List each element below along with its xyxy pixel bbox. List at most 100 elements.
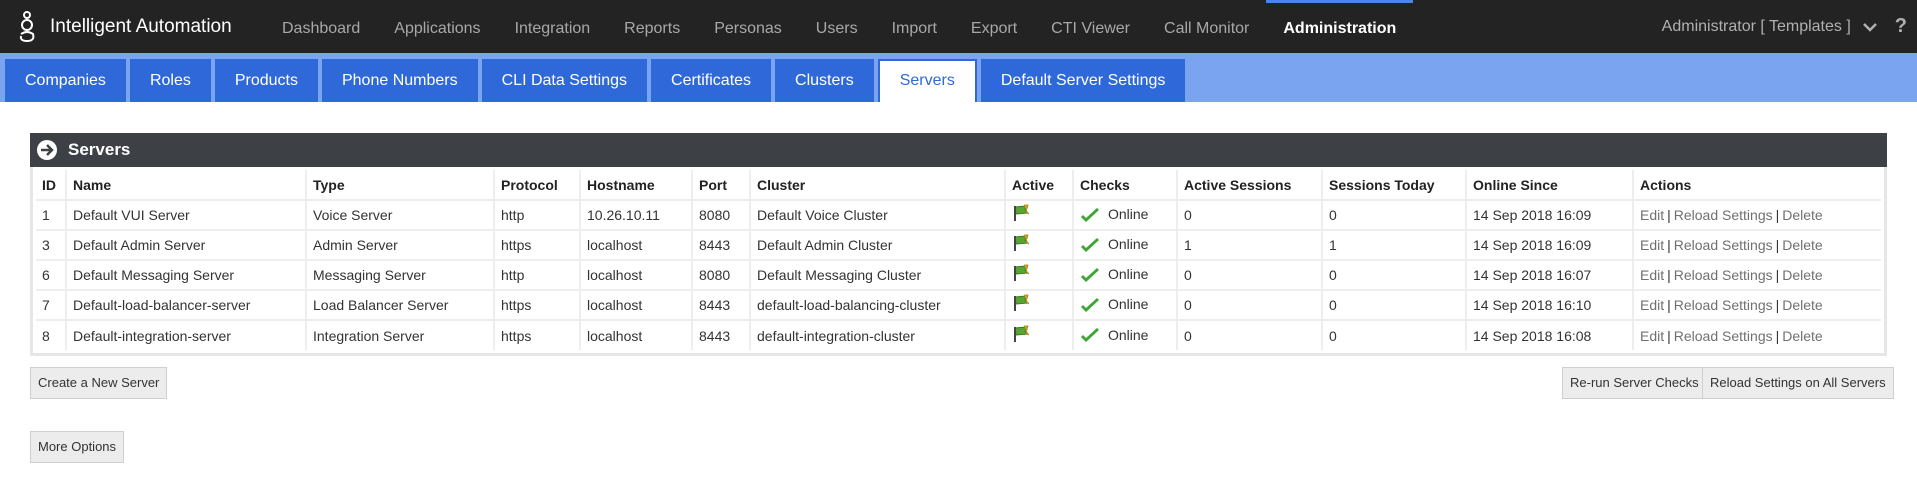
cell-active-sessions: 1: [1177, 230, 1323, 261]
tab-certificates[interactable]: Certificates: [651, 59, 772, 102]
col-hostname: Hostname: [580, 170, 693, 201]
nav-item-administration[interactable]: Administration: [1266, 0, 1414, 53]
more-options-button[interactable]: More Options: [30, 431, 125, 463]
delete-link[interactable]: Delete: [1782, 207, 1822, 223]
delete-link[interactable]: Delete: [1782, 328, 1822, 344]
tab-default-server-settings[interactable]: Default Server Settings: [980, 59, 1186, 102]
cell-hostname: localhost: [580, 230, 693, 261]
reload-settings-link[interactable]: Reload Settings: [1674, 237, 1773, 253]
green-check-icon: [1081, 297, 1099, 312]
col-checks: Checks: [1073, 170, 1178, 201]
cell-hostname: localhost: [580, 320, 693, 350]
col-id: ID: [36, 170, 67, 201]
cell-checks: Online: [1073, 290, 1178, 321]
cell-hostname: 10.26.10.11: [580, 200, 693, 231]
arrow-circle-right-icon: [37, 140, 57, 160]
servers-panel: Servers ID Name Type Protocol Hostname P…: [30, 133, 1887, 356]
cell-active-sessions: 0: [1177, 260, 1323, 291]
action-separator: |: [1667, 237, 1671, 253]
col-cluster: Cluster: [750, 170, 1006, 201]
cell-active: [1005, 290, 1074, 321]
admin-subtabs: Companies Roles Products Phone Numbers C…: [0, 53, 1917, 102]
col-name: Name: [66, 170, 307, 201]
cell-type: Voice Server: [306, 200, 495, 231]
cell-id: 7: [36, 290, 67, 321]
tab-servers[interactable]: Servers: [877, 59, 977, 102]
nav-item-cti-viewer[interactable]: CTI Viewer: [1034, 0, 1147, 53]
nav-item-integration[interactable]: Integration: [498, 0, 608, 53]
nav-item-personas[interactable]: Personas: [697, 0, 799, 53]
nav-item-call-monitor[interactable]: Call Monitor: [1147, 0, 1266, 53]
edit-link[interactable]: Edit: [1640, 207, 1664, 223]
cell-type: Load Balancer Server: [306, 290, 495, 321]
cell-active: [1005, 230, 1074, 261]
table-row: 3 Default Admin Server Admin Server https lo…: [36, 230, 1881, 261]
cell-online-since: 14 Sep 2018 16:08: [1466, 320, 1634, 350]
nav-item-dashboard[interactable]: Dashboard: [265, 0, 377, 53]
action-separator: |: [1667, 267, 1671, 283]
edit-link[interactable]: Edit: [1640, 328, 1664, 344]
green-flag-icon: [1014, 204, 1030, 222]
green-check-icon: [1081, 267, 1099, 282]
tab-cli-data-settings[interactable]: CLI Data Settings: [481, 59, 648, 102]
cell-id: 1: [36, 200, 67, 231]
delete-link[interactable]: Delete: [1782, 267, 1822, 283]
cell-hostname: localhost: [580, 260, 693, 291]
nav-item-applications[interactable]: Applications: [377, 0, 497, 53]
cell-cluster: Default Voice Cluster: [750, 200, 1006, 231]
cell-port: 8443: [692, 290, 751, 321]
help-icon[interactable]: ?: [1895, 15, 1907, 38]
reload-settings-link[interactable]: Reload Settings: [1674, 207, 1773, 223]
cell-actions: Edit | Reload Settings | Delete: [1633, 290, 1881, 321]
user-menu[interactable]: Administrator [ Templates ] ?: [1662, 0, 1917, 53]
delete-link[interactable]: Delete: [1782, 237, 1822, 253]
cell-sessions-today: 0: [1322, 200, 1467, 231]
edit-link[interactable]: Edit: [1640, 237, 1664, 253]
reload-settings-link[interactable]: Reload Settings: [1674, 297, 1773, 313]
action-separator: |: [1775, 237, 1780, 253]
delete-link[interactable]: Delete: [1782, 297, 1822, 313]
green-flag-icon: [1014, 234, 1030, 252]
cell-protocol: http: [494, 260, 581, 291]
edit-link[interactable]: Edit: [1640, 297, 1664, 313]
cell-hostname: localhost: [580, 290, 693, 321]
action-separator: |: [1775, 267, 1780, 283]
tab-roles[interactable]: Roles: [129, 59, 211, 102]
cell-type: Messaging Server: [306, 260, 495, 291]
col-sessions-today: Sessions Today: [1322, 170, 1467, 201]
cell-type: Admin Server: [306, 230, 495, 261]
edit-link[interactable]: Edit: [1640, 267, 1664, 283]
reload-settings-link[interactable]: Reload Settings: [1674, 328, 1773, 344]
nav-item-reports[interactable]: Reports: [607, 0, 697, 53]
cell-sessions-today: 0: [1322, 260, 1467, 291]
cell-active-sessions: 0: [1177, 200, 1323, 231]
check-status: Online: [1108, 296, 1149, 313]
check-status: Online: [1108, 266, 1149, 283]
check-status: Online: [1108, 236, 1149, 253]
nav-item-users[interactable]: Users: [799, 0, 875, 53]
nav-item-export[interactable]: Export: [954, 0, 1034, 53]
rerun-server-checks-button[interactable]: Re-run Server Checks: [1562, 367, 1707, 399]
chevron-down-icon[interactable]: [1861, 18, 1879, 36]
cell-name: Default Messaging Server: [66, 260, 307, 291]
cell-checks: Online: [1073, 200, 1178, 231]
cell-protocol: https: [494, 230, 581, 261]
tab-clusters[interactable]: Clusters: [775, 59, 874, 102]
col-protocol: Protocol: [494, 170, 581, 201]
cell-cluster: Default Messaging Cluster: [750, 260, 1006, 291]
tab-phone-numbers[interactable]: Phone Numbers: [321, 59, 478, 102]
cell-protocol: http: [494, 200, 581, 231]
action-separator: |: [1775, 297, 1780, 313]
create-new-server-button[interactable]: Create a New Server: [30, 367, 168, 399]
cell-sessions-today: 0: [1322, 320, 1467, 350]
cell-actions: Edit | Reload Settings | Delete: [1633, 320, 1881, 350]
brand[interactable]: Intelligent Automation: [0, 10, 265, 44]
tab-companies[interactable]: Companies: [5, 59, 126, 102]
cell-cluster: default-integration-cluster: [750, 320, 1006, 350]
reload-settings-link[interactable]: Reload Settings: [1674, 267, 1773, 283]
cell-active: [1005, 320, 1074, 350]
nav-item-import[interactable]: Import: [875, 0, 954, 53]
reload-all-servers-button[interactable]: Reload Settings on All Servers: [1702, 367, 1894, 399]
cell-checks: Online: [1073, 230, 1178, 261]
tab-products[interactable]: Products: [214, 59, 318, 102]
